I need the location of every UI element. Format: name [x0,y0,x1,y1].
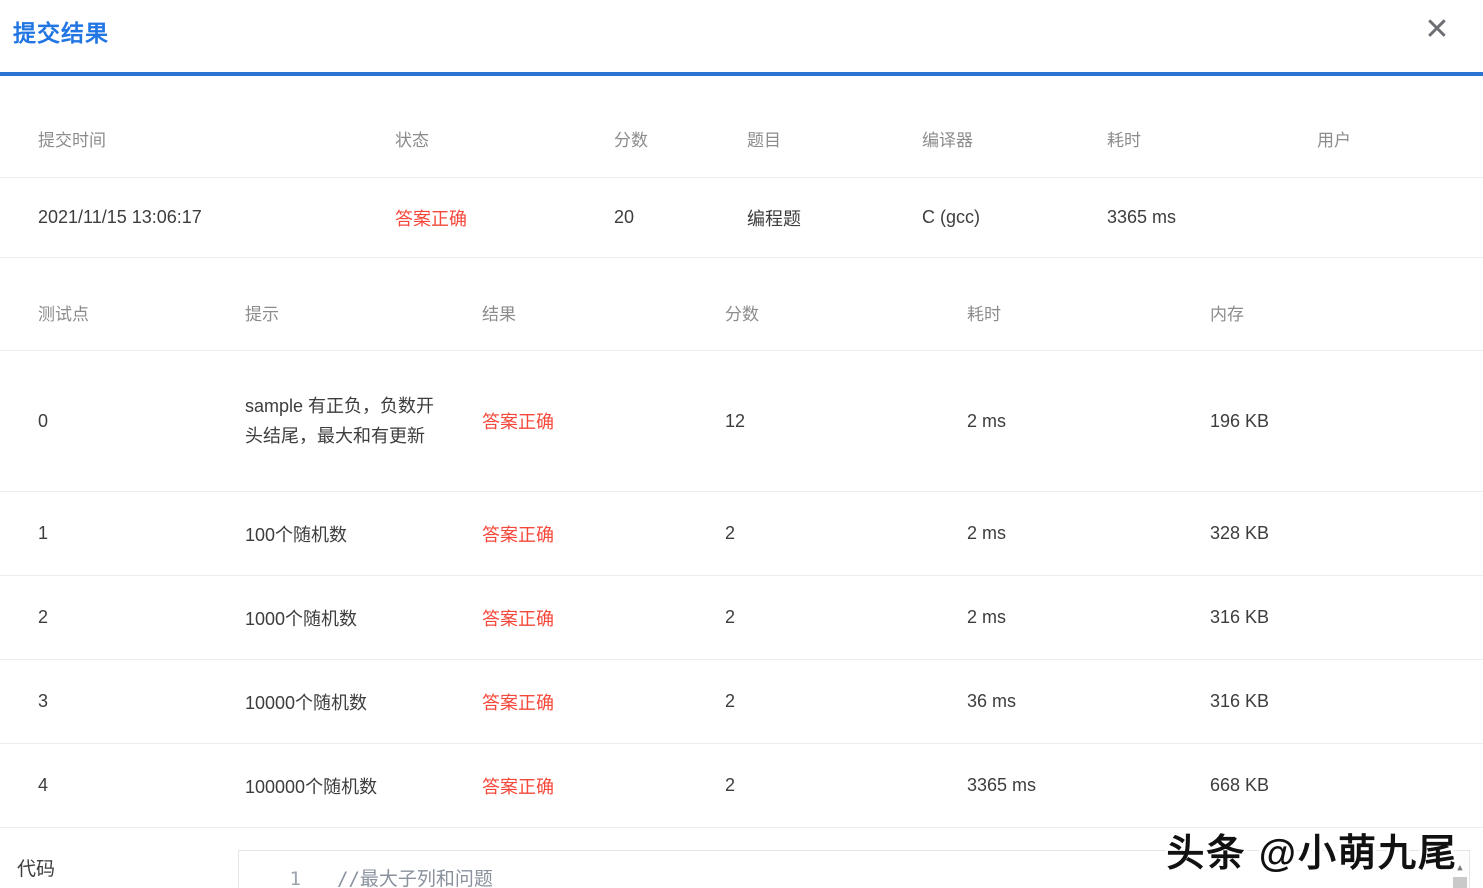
test-result: 答案正确 [482,689,725,715]
test-score: 12 [725,411,967,432]
tests-table-header: 测试点 提示 结果 分数 耗时 内存 [0,258,1483,351]
code-line: 1 //最大子列和问题 [239,851,1469,888]
test-id: 0 [0,411,245,432]
column-header-status: 状态 [395,126,614,151]
test-result: 答案正确 [482,408,725,434]
test-time: 36 ms [967,691,1210,712]
submission-result-dialog: 提交结果 ✕ 提交时间 状态 分数 题目 编译器 耗时 用户 2021/11/1… [0,0,1483,888]
test-memory: 328 KB [1210,523,1483,544]
test-time: 2 ms [967,411,1210,432]
dialog-header: 提交结果 ✕ [0,0,1483,72]
column-header-hint: 提示 [245,300,482,325]
line-number: 1 [275,868,301,888]
table-row-test-2: 2 1000个随机数 答案正确 2 2 ms 316 KB [0,576,1483,660]
column-header-score: 分数 [614,126,747,151]
close-icon: ✕ [1424,15,1449,45]
code-editor[interactable]: 1 //最大子列和问题 ▲ [238,850,1470,888]
code-line-text: //最大子列和问题 [337,864,493,888]
test-score: 2 [725,607,967,628]
test-time: 3365 ms [967,775,1210,796]
column-header-result: 结果 [482,300,725,325]
test-id: 1 [0,523,245,544]
table-row-test-3: 3 10000个随机数 答案正确 2 36 ms 316 KB [0,660,1483,744]
test-score: 2 [725,523,967,544]
test-memory: 668 KB [1210,775,1483,796]
test-hint: 1000个随机数 [245,605,482,631]
problem-type-value: 编程题 [747,205,922,231]
test-hint: sample 有正负，负数开头结尾，最大和有更新 [245,391,441,451]
test-result: 答案正确 [482,521,725,547]
column-header-compiler: 编译器 [922,126,1107,151]
close-button[interactable]: ✕ [1415,8,1459,52]
score-value: 20 [614,207,747,228]
test-hint: 100000个随机数 [245,773,482,799]
test-id: 3 [0,691,245,712]
test-id: 2 [0,607,245,628]
column-header-test-time: 耗时 [967,300,1210,325]
test-score: 2 [725,691,967,712]
test-hint: 100个随机数 [245,521,482,547]
submission-row: 2021/11/15 13:06:17 答案正确 20 编程题 C (gcc) … [0,178,1483,258]
compiler-value: C (gcc) [922,207,1107,228]
table-row-test-0: 0 sample 有正负，负数开头结尾，最大和有更新 答案正确 12 2 ms … [0,351,1483,492]
test-memory: 316 KB [1210,691,1483,712]
test-memory: 196 KB [1210,411,1483,432]
code-editor-scrollbar[interactable]: ▲ [1451,851,1469,888]
test-memory: 316 KB [1210,607,1483,628]
scrollbar-thumb[interactable] [1453,877,1467,888]
column-header-test-point: 测试点 [0,300,245,325]
column-header-problem: 题目 [747,126,922,151]
test-hint: 10000个随机数 [245,689,482,715]
test-result: 答案正确 [482,605,725,631]
time-cost-value: 3365 ms [1107,207,1317,228]
column-header-test-score: 分数 [725,300,967,325]
test-score: 2 [725,775,967,796]
column-header-user: 用户 [1317,126,1483,151]
column-header-time-cost: 耗时 [1107,126,1317,151]
status-value: 答案正确 [395,205,614,231]
test-id: 4 [0,775,245,796]
column-header-submit-time: 提交时间 [0,126,395,151]
column-header-memory: 内存 [1210,300,1483,325]
submit-time-value: 2021/11/15 13:06:17 [0,207,395,228]
test-result: 答案正确 [482,773,725,799]
dialog-title: 提交结果 [13,14,109,48]
scroll-up-button[interactable]: ▲ [1451,851,1469,873]
table-row-test-1: 1 100个随机数 答案正确 2 2 ms 328 KB [0,492,1483,576]
code-section: 代码 1 //最大子列和问题 ▲ [0,828,1483,888]
submission-table-header: 提交时间 状态 分数 题目 编译器 耗时 用户 [0,100,1483,178]
test-time: 2 ms [967,607,1210,628]
table-row-test-4: 4 100000个随机数 答案正确 2 3365 ms 668 KB [0,744,1483,828]
test-time: 2 ms [967,523,1210,544]
scroll-up-icon: ▲ [1457,863,1462,873]
code-label: 代码 [0,828,238,881]
